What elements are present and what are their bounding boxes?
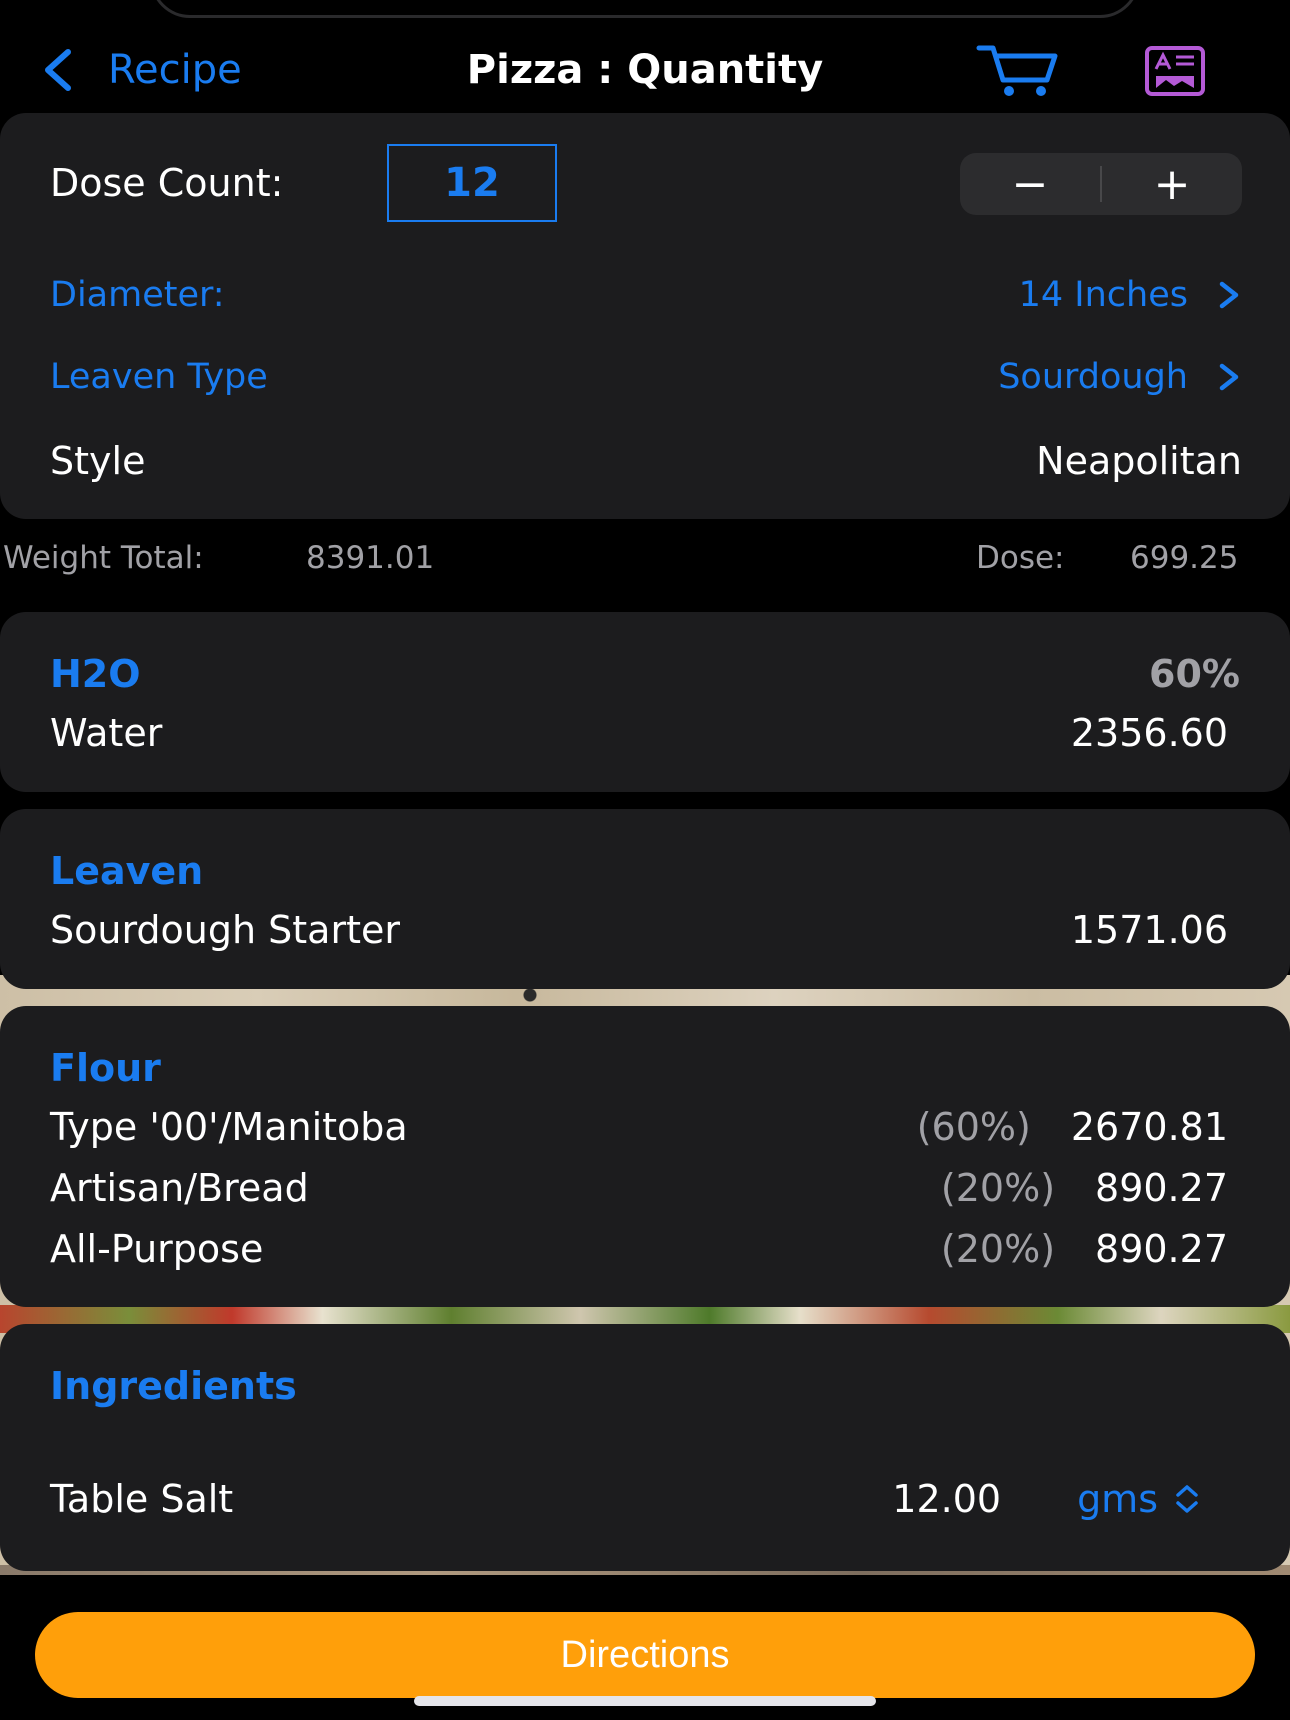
increment-button[interactable]: + <box>1102 153 1242 215</box>
dose-weight-value: 699.25 <box>1130 540 1239 576</box>
water-value: 2356.60 <box>1070 711 1228 755</box>
flour-value: 890.27 <box>1095 1227 1228 1271</box>
chevron-right-icon <box>1219 363 1239 391</box>
sourdough-starter-value: 1571.06 <box>1070 908 1228 952</box>
flour-value: 890.27 <box>1095 1166 1228 1210</box>
flour-card: Flour Type '00'/Manitoba (60%) 2670.81 A… <box>0 1006 1290 1307</box>
water-row: Water 2356.60 <box>50 708 1228 758</box>
chevron-up-down-icon <box>1176 1485 1198 1513</box>
dose-count-field[interactable]: 12 <box>387 144 557 222</box>
leaven-type-label: Leaven Type <box>50 357 268 397</box>
ingredients-card: Ingredients Table Salt 12.00 gms <box>0 1324 1290 1571</box>
flour-row: Artisan/Bread (20%) 890.27 <box>50 1163 1228 1213</box>
cart-button[interactable] <box>975 40 1061 100</box>
document-image-button[interactable] <box>1144 45 1206 97</box>
navigation-bar: Recipe Pizza : Quantity <box>0 40 1290 100</box>
unit-label: gms <box>1077 1477 1158 1521</box>
table-salt-row: Table Salt 12.00 gms <box>50 1474 1202 1524</box>
flour-value: 2670.81 <box>1070 1105 1228 1149</box>
style-row: Style Neapolitan <box>50 436 1242 486</box>
dose-count-stepper: − + <box>960 153 1242 215</box>
sourdough-starter-label: Sourdough Starter <box>50 908 400 952</box>
table-salt-value[interactable]: 12.00 <box>892 1477 1001 1521</box>
leaven-type-row[interactable]: Leaven Type Sourdough <box>50 352 1242 402</box>
h2o-title: H2O <box>50 652 141 696</box>
directions-button[interactable]: Directions <box>35 1612 1255 1698</box>
water-label: Water <box>50 711 163 755</box>
ingredients-title: Ingredients <box>50 1364 297 1408</box>
diameter-label: Diameter: <box>50 275 225 315</box>
flour-percent: (20%) <box>940 1166 1056 1210</box>
document-image-icon <box>1145 46 1205 96</box>
flour-name: Artisan/Bread <box>50 1166 309 1210</box>
style-value: Neapolitan <box>1036 439 1242 483</box>
leaven-type-value: Sourdough <box>998 357 1188 397</box>
weight-total-value: 8391.01 <box>306 540 435 576</box>
style-label: Style <box>50 439 146 483</box>
sourdough-starter-row: Sourdough Starter 1571.06 <box>50 905 1228 955</box>
leaven-title: Leaven <box>50 849 204 893</box>
h2o-card: H2O 60% Water 2356.60 <box>0 612 1290 792</box>
home-indicator <box>414 1696 876 1706</box>
settings-card: Dose Count: 12 − + Diameter: 14 Inches L… <box>0 113 1290 519</box>
totals-bar: Weight Total: 8391.01 Dose: 699.25 <box>0 540 1290 584</box>
flour-row: Type '00'/Manitoba (60%) 2670.81 <box>50 1102 1228 1152</box>
weight-total-label: Weight Total: <box>3 540 204 576</box>
flour-row: All-Purpose (20%) 890.27 <box>50 1224 1228 1274</box>
h2o-percent: 60% <box>1149 652 1240 696</box>
dose-weight-label: Dose: <box>976 540 1065 576</box>
device-notch <box>150 0 1140 18</box>
decrement-button[interactable]: − <box>960 153 1100 215</box>
page-title: Pizza : Quantity <box>466 47 824 93</box>
flour-title: Flour <box>50 1046 161 1090</box>
chevron-right-icon <box>1219 281 1239 309</box>
leaven-card: Leaven Sourdough Starter 1571.06 <box>0 809 1290 989</box>
diameter-row[interactable]: Diameter: 14 Inches <box>50 270 1242 320</box>
dose-count-label: Dose Count: <box>50 161 284 205</box>
flour-name: Type '00'/Manitoba <box>50 1105 408 1149</box>
table-salt-label: Table Salt <box>50 1477 234 1521</box>
unit-selector[interactable]: gms <box>1077 1477 1202 1521</box>
cart-icon <box>976 45 1058 96</box>
diameter-value: 14 Inches <box>1018 275 1188 315</box>
flour-percent: (20%) <box>940 1227 1056 1271</box>
flour-name: All-Purpose <box>50 1227 264 1271</box>
flour-percent: (60%) <box>916 1105 1031 1149</box>
